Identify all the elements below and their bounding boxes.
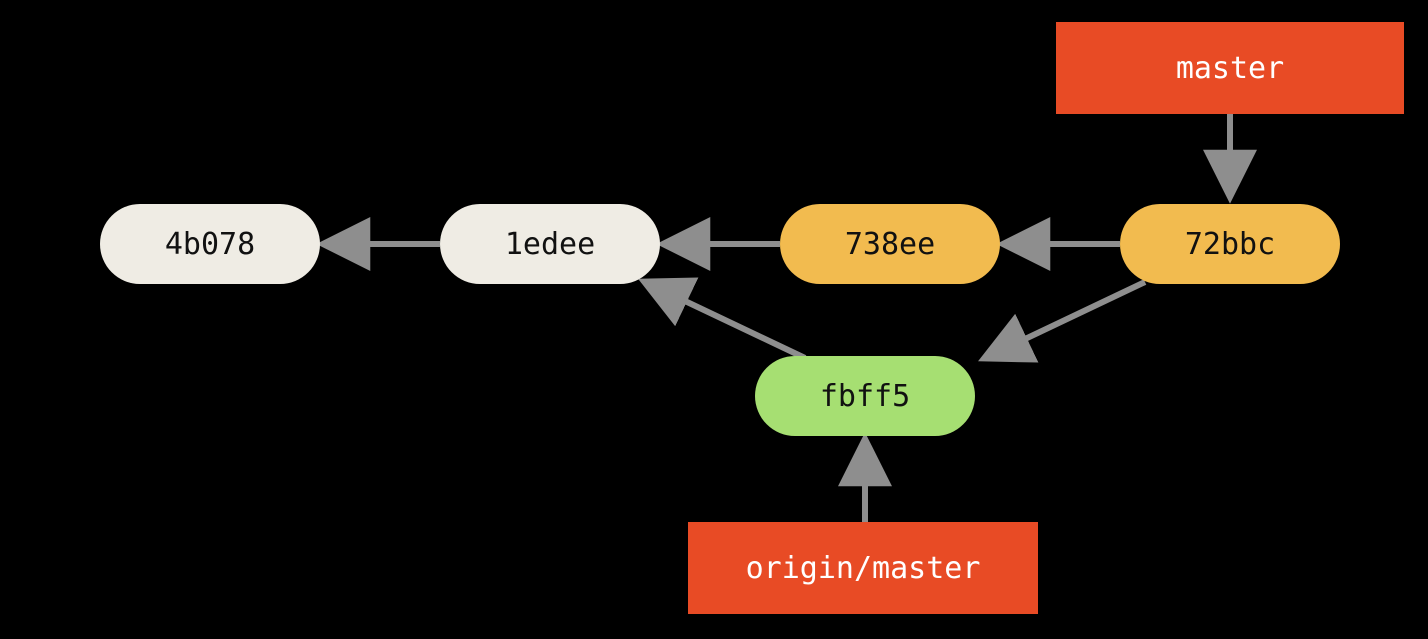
git-graph-diagram: master 4b078 1edee 738ee 72bbc fbff5 ori… <box>0 0 1428 639</box>
ref-origin-master-label: origin/master <box>746 551 981 586</box>
commit-4b078: 4b078 <box>100 204 320 284</box>
commit-1edee-label: 1edee <box>505 227 595 262</box>
commit-1edee: 1edee <box>440 204 660 284</box>
commit-72bbc-label: 72bbc <box>1185 227 1275 262</box>
commit-738ee-label: 738ee <box>845 227 935 262</box>
ref-origin-master: origin/master <box>688 522 1038 614</box>
edge-72bbc-to-fbff5 <box>985 282 1145 358</box>
commit-fbff5: fbff5 <box>755 356 975 436</box>
commit-72bbc: 72bbc <box>1120 204 1340 284</box>
commit-738ee: 738ee <box>780 204 1000 284</box>
commit-fbff5-label: fbff5 <box>820 379 910 414</box>
edge-fbff5-to-1edee <box>645 282 805 358</box>
commit-4b078-label: 4b078 <box>165 227 255 262</box>
ref-master: master <box>1056 22 1404 114</box>
ref-master-label: master <box>1176 51 1284 86</box>
